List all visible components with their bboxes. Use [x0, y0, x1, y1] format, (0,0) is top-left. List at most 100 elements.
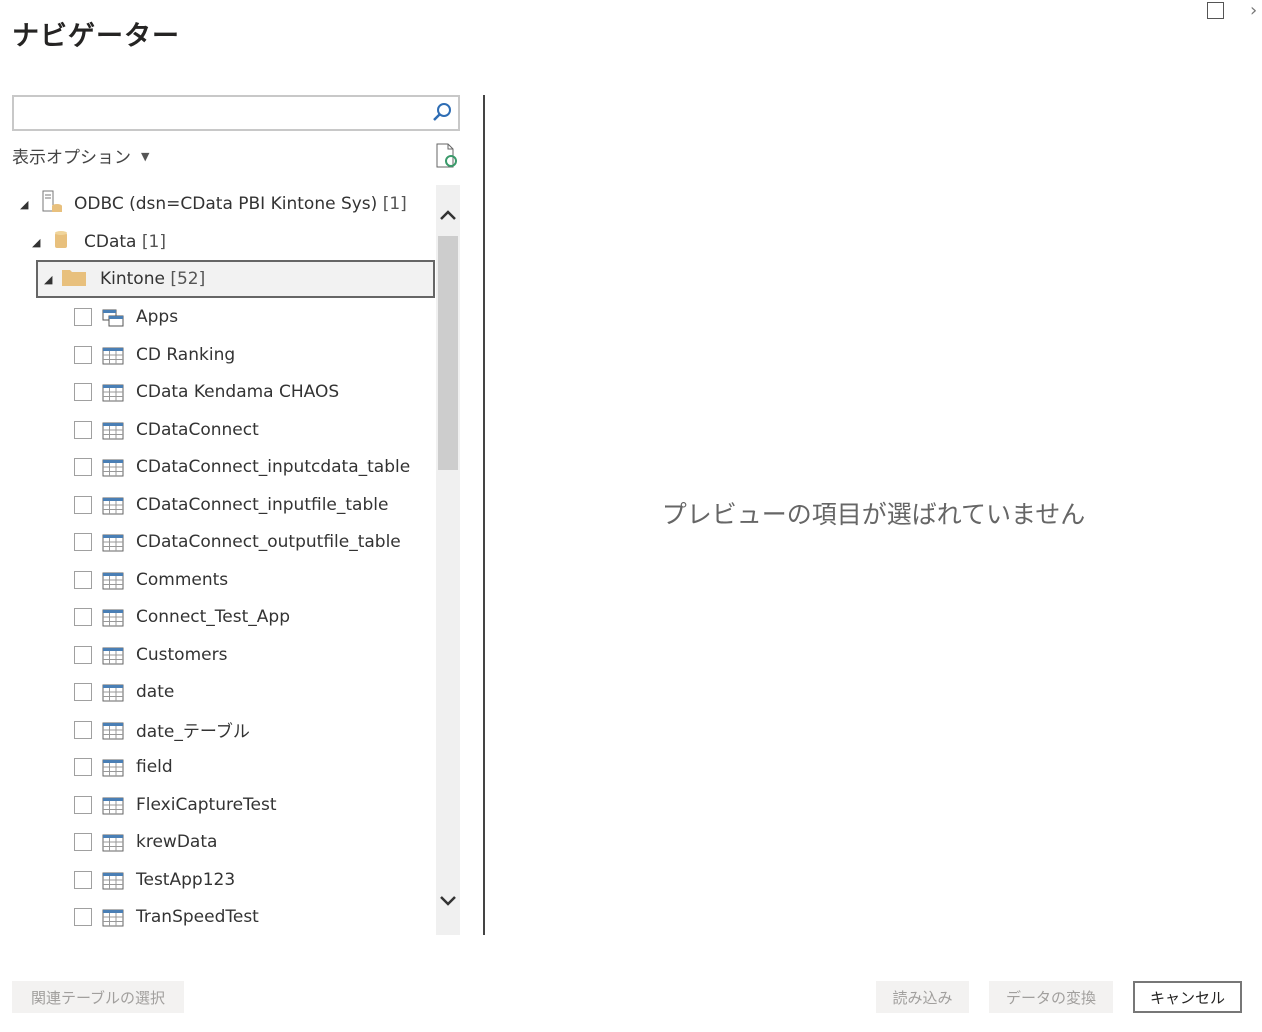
- table-checkbox[interactable]: [74, 645, 92, 664]
- table-checkbox[interactable]: [74, 608, 92, 626]
- refresh-icon[interactable]: [435, 143, 459, 173]
- table-name: CDataConnect_inputcdata_table: [136, 457, 411, 477]
- table-list-item[interactable]: field: [74, 749, 173, 785]
- table-list-item[interactable]: TestApp123: [74, 862, 235, 898]
- table-icon: [102, 647, 124, 664]
- table-list-item[interactable]: FlexiCaptureTest: [74, 787, 277, 823]
- table-checkbox[interactable]: [74, 533, 92, 551]
- view-icon: [102, 309, 124, 327]
- tree-node-count: [1]: [141, 232, 166, 252]
- table-icon: [102, 722, 124, 739]
- scrollbar-thumb[interactable]: [438, 236, 458, 470]
- search-input[interactable]: [18, 97, 422, 129]
- collapse-icon[interactable]: ◢: [32, 236, 46, 249]
- table-icon: [102, 797, 124, 814]
- table-icon: [102, 684, 124, 702]
- table-icon: [102, 834, 124, 852]
- tree-node-kintone[interactable]: ◢ Kintone [52]: [44, 261, 205, 297]
- table-list-item[interactable]: CData Kendama CHAOS: [74, 374, 339, 410]
- page-title: ナビゲーター: [12, 21, 180, 52]
- table-checkbox[interactable]: [74, 758, 92, 776]
- table-list-item[interactable]: Comments: [74, 562, 228, 598]
- table-name: TestApp123: [136, 869, 236, 890]
- database-icon: [54, 230, 68, 255]
- collapse-icon[interactable]: ◢: [44, 273, 58, 286]
- table-name: Apps: [136, 307, 179, 327]
- tree-node-count: [52]: [170, 269, 206, 289]
- table-name: field: [136, 757, 173, 777]
- table-list-item[interactable]: Apps: [74, 299, 178, 335]
- tree-node-count: [1]: [382, 194, 407, 214]
- table-checkbox[interactable]: [74, 383, 92, 401]
- table-checkbox[interactable]: [74, 420, 92, 439]
- table-icon: [102, 459, 124, 477]
- table-name: Customers: [136, 644, 228, 665]
- table-icon: [102, 909, 124, 927]
- table-checkbox[interactable]: [74, 833, 92, 851]
- search-box[interactable]: [12, 95, 460, 131]
- table-name: Connect_Test_App: [136, 607, 290, 627]
- table-checkbox[interactable]: [74, 345, 92, 364]
- tree-node-label: CData: [84, 232, 137, 252]
- table-name: date: [136, 682, 175, 702]
- cancel-button[interactable]: キャンセル: [1133, 981, 1242, 1013]
- table-checkbox[interactable]: [74, 683, 92, 701]
- maximize-icon[interactable]: [1207, 2, 1224, 19]
- table-icon: [102, 422, 124, 439]
- table-name: krewData: [136, 832, 218, 852]
- table-list-item[interactable]: CDataConnect_outputfile_table: [74, 524, 401, 560]
- display-options-label: 表示オプション: [12, 148, 131, 168]
- table-checkbox[interactable]: [74, 570, 92, 589]
- chevron-right-icon[interactable]: ›: [1250, 0, 1257, 21]
- tree-node-label: Kintone: [100, 269, 165, 289]
- table-list-item[interactable]: Customers: [74, 637, 227, 673]
- table-list-item[interactable]: TranSpeedTest: [74, 899, 259, 935]
- transform-data-button[interactable]: データの変換: [989, 981, 1113, 1013]
- table-name: CDataConnect: [136, 419, 259, 440]
- preview-empty-message: プレビューの項目が選ばれていません: [661, 500, 1086, 529]
- table-icon: [102, 609, 124, 627]
- display-options-dropdown[interactable]: 表示オプション ▼: [12, 143, 149, 168]
- table-list-item[interactable]: Connect_Test_App: [74, 599, 290, 635]
- table-icon: [102, 872, 124, 889]
- search-icon[interactable]: [432, 102, 452, 126]
- scroll-down-icon[interactable]: [440, 890, 456, 910]
- chevron-down-icon: ▼: [141, 150, 150, 163]
- select-related-tables-button[interactable]: 関連テーブルの選択: [12, 981, 184, 1013]
- table-list-item[interactable]: CD Ranking: [74, 337, 235, 373]
- table-checkbox[interactable]: [74, 495, 92, 514]
- table-checkbox[interactable]: [74, 908, 92, 926]
- table-name: CD Ranking: [136, 344, 236, 365]
- table-name: date_テーブル: [136, 722, 250, 742]
- table-icon: [102, 572, 124, 589]
- folder-icon: [62, 268, 86, 291]
- tree-node-label: ODBC (dsn=CData PBI Kintone Sys): [74, 194, 378, 214]
- collapse-icon[interactable]: ◢: [20, 198, 34, 211]
- table-checkbox[interactable]: [74, 795, 92, 814]
- table-icon: [102, 759, 124, 777]
- odbc-server-icon: [42, 190, 62, 219]
- table-name: CDataConnect_inputfile_table: [136, 494, 389, 515]
- table-icon: [102, 534, 124, 552]
- table-list-item[interactable]: CDataConnect_inputcdata_table: [74, 449, 410, 485]
- table-name: CData Kendama CHAOS: [136, 382, 340, 402]
- table-name: FlexiCaptureTest: [136, 794, 277, 815]
- table-list-item[interactable]: krewData: [74, 824, 217, 860]
- load-button[interactable]: 読み込み: [876, 981, 969, 1013]
- table-checkbox[interactable]: [74, 458, 92, 476]
- table-checkbox[interactable]: [74, 870, 92, 889]
- table-icon: [102, 347, 124, 364]
- table-checkbox[interactable]: [74, 720, 92, 739]
- tree-node-cdata[interactable]: ◢ CData [1]: [32, 224, 166, 260]
- table-name: Comments: [136, 569, 229, 590]
- table-checkbox[interactable]: [74, 308, 92, 326]
- table-list-item[interactable]: CDataConnect: [74, 412, 259, 448]
- table-name: CDataConnect_outputfile_table: [136, 532, 401, 552]
- table-list-item[interactable]: date_テーブル: [74, 712, 250, 748]
- table-list-item[interactable]: CDataConnect_inputfile_table: [74, 487, 388, 523]
- table-icon: [102, 497, 124, 514]
- table-icon: [102, 384, 124, 402]
- table-list-item[interactable]: date: [74, 674, 174, 710]
- tree-node-odbc[interactable]: ◢ ODBC (dsn=CData PBI Kintone Sys) [1]: [20, 186, 407, 222]
- scroll-up-icon[interactable]: [440, 205, 456, 224]
